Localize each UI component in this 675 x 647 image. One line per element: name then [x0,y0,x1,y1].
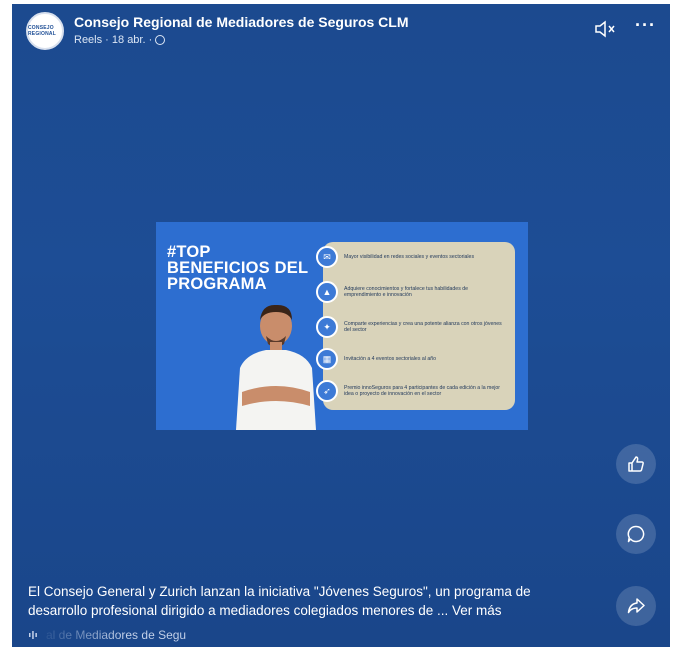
share-button[interactable] [616,586,656,626]
rocket-icon: ➶ [316,380,338,402]
media-title-line3: PROGRAMA [167,275,267,293]
handshake-icon: ✦ [316,316,338,338]
graduation-cap-icon: ▲ [316,281,338,303]
more-options-icon[interactable]: ··· [635,16,656,34]
person-illustration [236,304,316,430]
comment-bubble-icon [627,525,645,543]
globe-icon [155,35,166,45]
page-name-link[interactable]: Consejo Regional de Mediadores de Seguro… [74,14,409,30]
reel-media[interactable]: #TOP BENEFICIOS DEL PROGRAMA ✉ Mayor vis… [156,222,528,430]
share-arrow-icon [627,598,645,614]
comment-button[interactable] [616,514,656,554]
speaker-muted-icon[interactable] [594,20,616,38]
benefit-text: Adquiere conocimientos y fortalece tus h… [344,285,468,298]
post-meta: Reels · 18 abr. · [74,34,166,46]
post-caption: El Consejo General y Zurich lanzan la in… [28,582,588,620]
benefit-item: ✉ Mayor visibilidad en redes sociales y … [316,246,516,268]
benefit-item: ✦ Comparte experiencias y crea una poten… [316,316,516,338]
audio-wave-icon [29,631,37,639]
benefit-item: ➶ Premio innoSeguros para 4 participante… [316,380,516,402]
see-more-link[interactable]: Ver más [452,603,502,618]
thumbs-up-icon [628,456,644,472]
audio-track[interactable]: al de Mediadores de Segu [28,628,186,642]
page-avatar[interactable]: CONSEJO REGIONAL [26,12,64,50]
calendar-icon: ▦ [316,348,338,370]
benefit-text: Premio innoSeguros para 4 participantes … [344,384,501,397]
benefit-text: Invitación a 4 eventos sectoriales al añ… [344,355,436,362]
media-title: #TOP BENEFICIOS DEL PROGRAMA [167,243,309,293]
benefit-item: ▦ Invitación a 4 eventos sectoriales al … [316,348,516,370]
like-button[interactable] [616,444,656,484]
megaphone-icon: ✉ [316,246,338,268]
avatar-logo-text: CONSEJO REGIONAL [28,25,56,37]
post-meta-text: Reels · 18 abr. · [74,34,153,46]
benefit-text: Comparte experiencias y crea una potente… [344,320,502,333]
audio-track-label: al de Mediadores de Segu [46,628,187,642]
benefit-text: Mayor visibilidad en redes sociales y ev… [344,253,475,260]
media-title-line2: BENEFICIOS DEL [167,259,309,277]
benefit-item: ▲ Adquiere conocimientos y fortalece tus… [316,281,516,303]
post-header: CONSEJO REGIONAL Consejo Regional de Med… [26,10,656,50]
reel-post: CONSEJO REGIONAL Consejo Regional de Med… [12,4,670,647]
media-title-line1: #TOP [167,243,211,261]
